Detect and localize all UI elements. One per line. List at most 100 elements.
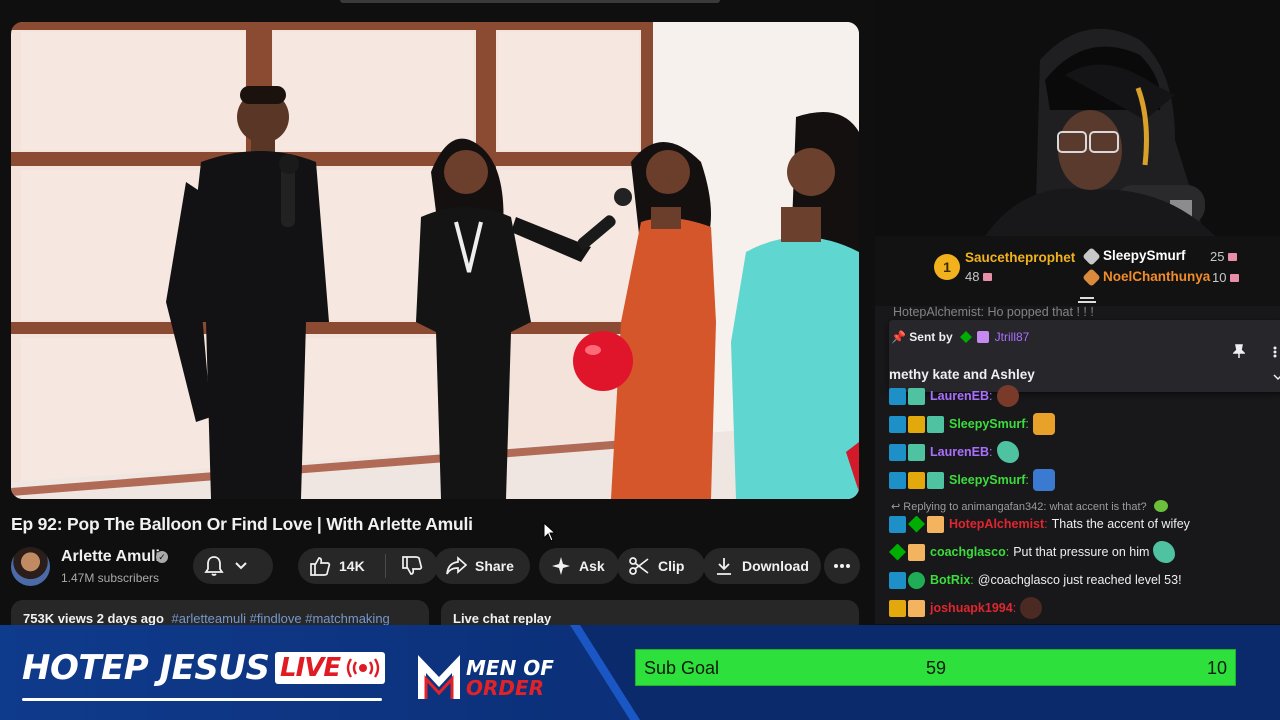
notification-bell-button[interactable] <box>193 548 273 584</box>
chat-text: Thats the accent of wifey <box>1051 517 1190 531</box>
live-chat-replay-panel[interactable]: Live chat replay <box>441 600 859 625</box>
chat-message: HotepAlchemist: Thats the accent of wife… <box>889 512 1190 536</box>
chat-message: joshuapk1994: <box>889 596 1043 620</box>
thumbs-up-icon <box>310 557 331 576</box>
bell-icon <box>204 556 224 576</box>
ask-label: Ask <box>579 558 605 574</box>
chat-username[interactable]: SleepySmurf <box>949 417 1025 431</box>
crown-badge-icon <box>908 471 925 489</box>
subscriber-count: 1.47M subscribers <box>61 571 160 585</box>
emote-icon <box>996 385 1019 407</box>
chat-message: coachglasco: Put that pressure on him <box>889 540 1176 564</box>
sub-goal-current: 59 <box>926 658 947 678</box>
men-of-order-logo <box>418 655 460 699</box>
streamer-webcam <box>875 0 1280 236</box>
rank-1-badge: 1 <box>934 254 960 280</box>
unpin-icon[interactable] <box>1233 344 1245 358</box>
verified-bot-badge-icon <box>908 571 925 589</box>
moderator-badge-icon <box>889 515 906 533</box>
player-progress-edge <box>340 0 720 3</box>
chat-username[interactable]: BotRix <box>930 573 970 587</box>
twitch-chat: HotepAlchemist: Ho popped that ! ! ! 📌 S… <box>875 306 1280 624</box>
broadcast-icon <box>346 658 380 678</box>
drag-handle-icon[interactable] <box>1078 297 1096 306</box>
description-box[interactable]: 753K views 2 days ago #arletteamuli #fin… <box>11 600 429 625</box>
moderator-badge-icon <box>889 471 906 489</box>
more-vertical-icon[interactable] <box>1273 346 1277 358</box>
partner-name-line2: ORDER <box>466 676 545 700</box>
video-title: Ep 92: Pop The Balloon Or Find Love | Wi… <box>11 514 473 534</box>
channel-name[interactable]: Arlette Amuli <box>61 548 160 566</box>
chat-username[interactable]: coachglasco <box>930 545 1006 559</box>
like-button[interactable]: 14K <box>298 554 386 578</box>
view-stats: 753K views 2 days ago <box>23 611 164 625</box>
moderator-badge-icon <box>889 571 906 589</box>
chat-text: @coachglasco just reached level 53! <box>977 573 1182 587</box>
download-icon <box>717 558 731 575</box>
ask-button[interactable]: Ask <box>539 548 619 584</box>
hashtags[interactable]: #arletteamuli #findlove #matchmaking <box>172 611 390 625</box>
chat-username[interactable]: HotepAlchemist <box>949 517 1044 531</box>
mouse-cursor-icon <box>543 522 557 542</box>
pinned-text: methy kate and Ashley <box>889 367 1035 382</box>
pinned-sender[interactable]: Jtrill87 <box>995 330 1030 344</box>
sub-goal-label: Sub Goal <box>644 658 720 678</box>
subscriber-badge-icon <box>908 543 925 561</box>
download-button[interactable]: Download <box>703 548 821 584</box>
crown-badge-icon <box>908 415 925 433</box>
leader-2-name: SleepySmurf <box>1103 248 1186 263</box>
sparkle-icon <box>552 557 570 575</box>
video-frame <box>11 22 859 499</box>
gift-leaderboard: 1 Saucetheprophet 48 SleepySmurf 25 Noel… <box>875 236 1280 306</box>
chat-username[interactable]: joshuapk1994 <box>930 601 1013 615</box>
chat-username[interactable]: SleepySmurf <box>949 473 1025 487</box>
leader-2-count: 25 <box>1210 249 1238 264</box>
channel-avatar[interactable] <box>11 547 50 586</box>
like-count: 14K <box>339 558 365 574</box>
channel-row: Arlette Amuli ✓ 1.47M subscribers 14K Sh… <box>11 545 871 589</box>
moderator-badge-icon <box>889 443 906 461</box>
more-actions-button[interactable] <box>824 548 860 584</box>
share-button[interactable]: Share <box>434 548 530 584</box>
subscriber-badge-icon <box>908 387 925 405</box>
subscriber-badge-icon <box>927 515 944 533</box>
pinned-message[interactable]: 📌 Sent by Jtrill87 methy kate and Ashley <box>889 320 1280 392</box>
emote-icon <box>1153 541 1176 563</box>
like-dislike-group: 14K <box>298 548 438 584</box>
dislike-button[interactable] <box>386 548 438 584</box>
thumbs-down-icon <box>402 556 423 575</box>
chat-username[interactable]: LaurenEB <box>930 445 989 459</box>
sub-goal-bar: Sub Goal 59 10 <box>635 649 1236 686</box>
fire-emote-icon <box>1032 413 1055 435</box>
webcam-feed <box>875 0 1280 236</box>
chevron-down-icon <box>235 562 247 570</box>
chat-message: LaurenEB: <box>889 440 1019 464</box>
clip-button[interactable]: Clip <box>617 548 705 584</box>
moderator-badge-icon <box>889 415 906 433</box>
green-diamond-badge-icon <box>889 543 906 561</box>
chat-message: SleepySmurf: <box>889 412 1055 436</box>
gift-badge-icon <box>927 471 944 489</box>
clip-label: Clip <box>658 558 685 574</box>
emote-icon <box>1032 469 1055 491</box>
green-diamond-badge-icon <box>908 515 925 533</box>
pin-icon: 📌 <box>891 330 906 344</box>
youtube-pane: Ep 92: Pop The Balloon Or Find Love | Wi… <box>0 0 875 625</box>
chevron-down-icon[interactable] <box>1273 374 1280 381</box>
moderator-badge-icon <box>889 387 906 405</box>
chat-message: SleepySmurf: <box>889 468 1055 492</box>
leader-1-count: 48 <box>965 269 993 284</box>
share-label: Share <box>475 558 514 574</box>
more-horizontal-icon <box>834 564 850 568</box>
subscriber-badge-icon <box>908 599 925 617</box>
leader-3-name: NoelChanthunya <box>1103 269 1211 284</box>
subscriber-badge-icon <box>908 443 925 461</box>
leader-1-name: Saucetheprophet <box>965 250 1076 265</box>
leader-3-count: 10 <box>1212 270 1240 285</box>
gift-badge-icon <box>927 415 944 433</box>
sub-goal-target: 10 <box>1206 658 1227 678</box>
gift-badge <box>977 331 990 343</box>
video-player[interactable] <box>11 22 859 499</box>
crown-badge-icon <box>889 599 906 617</box>
chat-username[interactable]: LaurenEB <box>930 389 989 403</box>
